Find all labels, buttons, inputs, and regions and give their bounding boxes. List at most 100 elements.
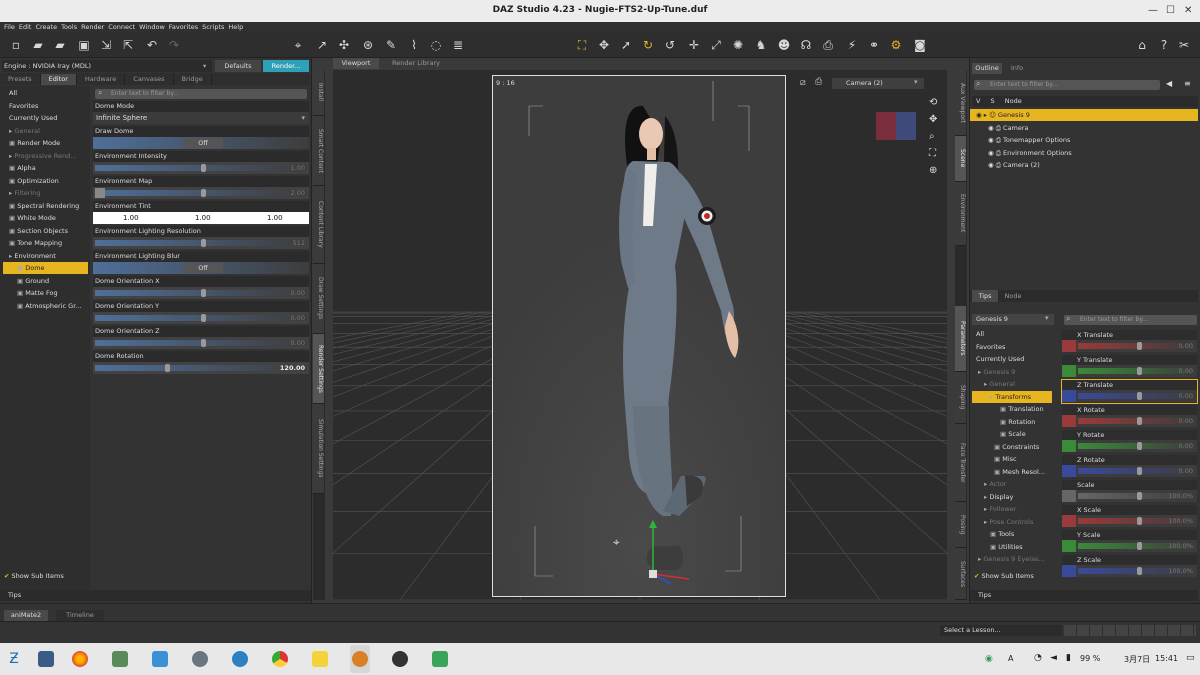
slider-knob[interactable] <box>1136 492 1142 500</box>
render-property-control[interactable]: Infinite Sphere ▾ <box>93 112 309 124</box>
render-category[interactable]: ▣ Matte Fog <box>3 287 88 299</box>
params-category[interactable]: ▣ Mesh Resol... <box>972 466 1052 478</box>
menu-file[interactable]: File <box>4 22 15 32</box>
slider-track[interactable] <box>1078 392 1195 400</box>
figure-genesis-9[interactable]: ⌖ <box>493 76 785 596</box>
side-tab-aux-viewport[interactable]: Aux Viewport <box>955 70 966 136</box>
render-property-control[interactable]: 0.00 <box>93 337 309 349</box>
tint-value[interactable]: 1.00 <box>195 212 211 224</box>
params-category[interactable]: ▸ Display <box>972 491 1052 503</box>
face-icon[interactable]: ☻ <box>776 37 792 53</box>
slider-value[interactable]: 100.0% <box>1168 565 1193 577</box>
menu-window[interactable]: Window <box>139 22 165 32</box>
menu-tools[interactable]: Tools <box>61 22 77 32</box>
render-category[interactable]: ▣ Section Objects <box>3 225 88 237</box>
params-category[interactable]: ▸ Pose Controls <box>972 516 1052 528</box>
tab-timeline[interactable]: Timeline <box>56 610 104 621</box>
slider-knob[interactable] <box>1136 567 1142 575</box>
slider-track[interactable] <box>95 239 307 247</box>
slider-value[interactable]: 0.00 <box>1179 365 1193 377</box>
render-category[interactable]: ▸ Filtering <box>3 187 88 199</box>
slider-value[interactable]: 0.00 <box>1179 390 1193 402</box>
zoom-icon[interactable]: ⌕ <box>929 128 937 145</box>
tips-tab[interactable]: Tips <box>0 590 311 601</box>
ime-indicator[interactable]: A <box>1008 654 1013 663</box>
open-folder-icon[interactable]: ▰ <box>30 37 46 53</box>
slider-track[interactable] <box>1078 342 1195 350</box>
transform-property-control[interactable]: 0.00 <box>1062 365 1197 377</box>
render-category[interactable]: ▸ Progressive Rend... <box>3 150 88 162</box>
slider-knob[interactable] <box>201 164 206 172</box>
close-icon[interactable]: ✕ <box>1184 5 1192 16</box>
menu-help[interactable]: Help <box>228 22 243 32</box>
tab-hardware[interactable]: Hardware <box>77 74 126 85</box>
spreadsheet-icon[interactable] <box>432 651 448 667</box>
transform-property-control[interactable]: 100.0% <box>1062 515 1197 527</box>
slider-value[interactable]: 2.00 <box>291 187 305 199</box>
render-category[interactable]: ▣ Tone Mapping <box>3 237 88 249</box>
slider-track[interactable] <box>95 189 307 197</box>
params-category[interactable]: ▣ Translation <box>972 403 1052 415</box>
show-sub-items-checkbox[interactable]: ✔ Show Sub Items <box>4 572 64 580</box>
help-icon[interactable]: ? <box>1156 37 1172 53</box>
figure-icon[interactable]: ♞ <box>753 37 769 53</box>
transform-property-control[interactable]: 0.00 <box>1062 390 1197 402</box>
camera-icon[interactable]: ⎙ <box>815 77 822 87</box>
render-property-control[interactable]: 2.00 <box>93 187 309 199</box>
render-category[interactable]: ▣ Render Mode <box>3 137 88 149</box>
tab-tips[interactable]: Tips <box>972 290 998 302</box>
tab-render-library[interactable]: Render Library <box>381 58 451 69</box>
tab-presets[interactable]: Presets <box>0 74 41 85</box>
pan-icon[interactable]: ✥ <box>929 111 937 128</box>
side-tab-content-library[interactable]: Content Library <box>313 186 324 264</box>
slider-track[interactable] <box>1078 367 1195 375</box>
render-property-control[interactable]: 512 <box>93 237 309 249</box>
lesson-select[interactable]: Select a Lesson... <box>940 625 1062 636</box>
slider-value[interactable]: 1.00 <box>291 162 305 174</box>
tab-viewport[interactable]: Viewport <box>333 58 379 69</box>
slider-track[interactable] <box>95 364 307 372</box>
slider-track[interactable] <box>95 339 307 347</box>
merge-icon[interactable]: ▰ <box>52 37 68 53</box>
transform-property-control[interactable]: 100.0% <box>1062 565 1197 577</box>
scene-node[interactable]: ◉ ⎙ Camera <box>970 122 1198 134</box>
pose-icon[interactable]: ✺ <box>730 37 746 53</box>
eye-icon[interactable]: ◉ <box>988 161 996 169</box>
side-tab-simulation-settings[interactable]: Simulation Settings <box>313 404 324 494</box>
params-category[interactable]: ▸ Follower <box>972 503 1052 515</box>
software-store-icon[interactable] <box>152 651 168 667</box>
tab-editor[interactable]: Editor <box>40 74 77 85</box>
params-category[interactable]: All <box>972 328 1052 340</box>
orbit-icon[interactable]: ⟲ <box>929 94 937 111</box>
layout-icon[interactable]: ⌂ <box>1134 37 1150 53</box>
arrow-left-icon[interactable]: ◀ <box>1166 79 1172 88</box>
geometry-editor-icon[interactable]: ⊛ <box>360 37 376 53</box>
params-category[interactable]: ▣ Constraints <box>972 441 1052 453</box>
slider-track[interactable] <box>95 314 307 322</box>
render-category[interactable]: ▣ Atmospheric Gr... <box>3 300 88 312</box>
rotate-icon[interactable]: ↻ <box>640 37 656 53</box>
firefox-icon[interactable] <box>72 651 88 667</box>
side-tab-surfaces[interactable]: Surfaces <box>955 548 966 600</box>
slider-knob[interactable] <box>201 239 206 247</box>
slider-value[interactable]: 512 <box>293 237 305 249</box>
side-tab-shaping[interactable]: Shaping <box>955 372 966 424</box>
render-property-control[interactable]: 0.00 <box>93 312 309 324</box>
import-icon[interactable]: ⇲ <box>98 37 114 53</box>
lesson-step-buttons[interactable] <box>1064 625 1196 636</box>
workspace-icon[interactable] <box>38 651 54 667</box>
tab-node[interactable]: Node <box>1000 290 1026 302</box>
side-tab-face-transfer[interactable]: Face Transfer <box>955 424 966 502</box>
params-category[interactable]: ▣ Tools <box>972 528 1052 540</box>
eye-icon[interactable]: ◉ <box>976 111 984 119</box>
render-category[interactable]: Currently Used <box>3 112 88 124</box>
eye-icon[interactable]: ◉ <box>988 124 996 132</box>
transform-property-control[interactable]: 100.0% <box>1062 540 1197 552</box>
wifi-icon[interactable]: ◔ <box>1034 653 1042 663</box>
params-category[interactable]: ▣ Misc <box>972 453 1052 465</box>
side-tab-draw-settings[interactable]: Draw Settings <box>313 264 324 334</box>
render-property-control[interactable]: 1.00 <box>93 162 309 174</box>
side-tab-smart-content[interactable]: Smart Content <box>313 116 324 186</box>
render-category[interactable]: ▣ Ground <box>3 275 88 287</box>
maximize-icon[interactable]: ☐ <box>1166 5 1175 16</box>
